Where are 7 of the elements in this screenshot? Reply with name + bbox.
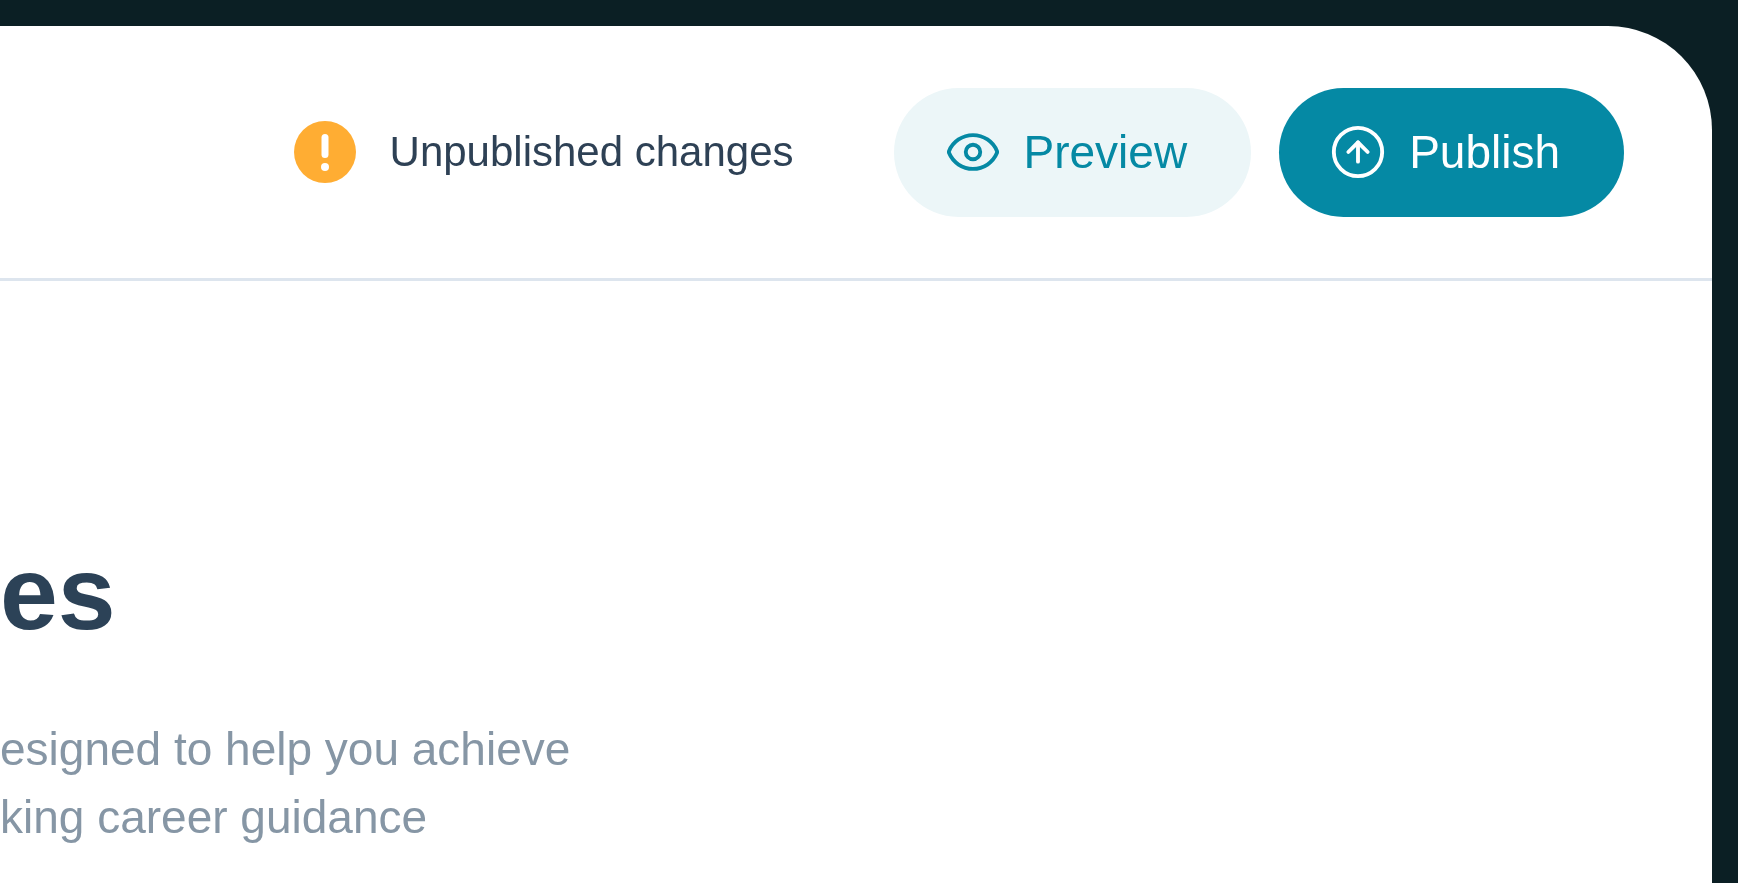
warning-icon	[293, 121, 356, 183]
publish-button[interactable]: Publish	[1279, 87, 1624, 217]
status-text: Unpublished changes	[389, 128, 794, 176]
preview-button[interactable]: Preview	[893, 87, 1252, 217]
page-heading: es	[0, 541, 117, 645]
description-text: esigned to help you achieve	[0, 722, 572, 777]
description-text: king career guidance	[0, 790, 429, 845]
